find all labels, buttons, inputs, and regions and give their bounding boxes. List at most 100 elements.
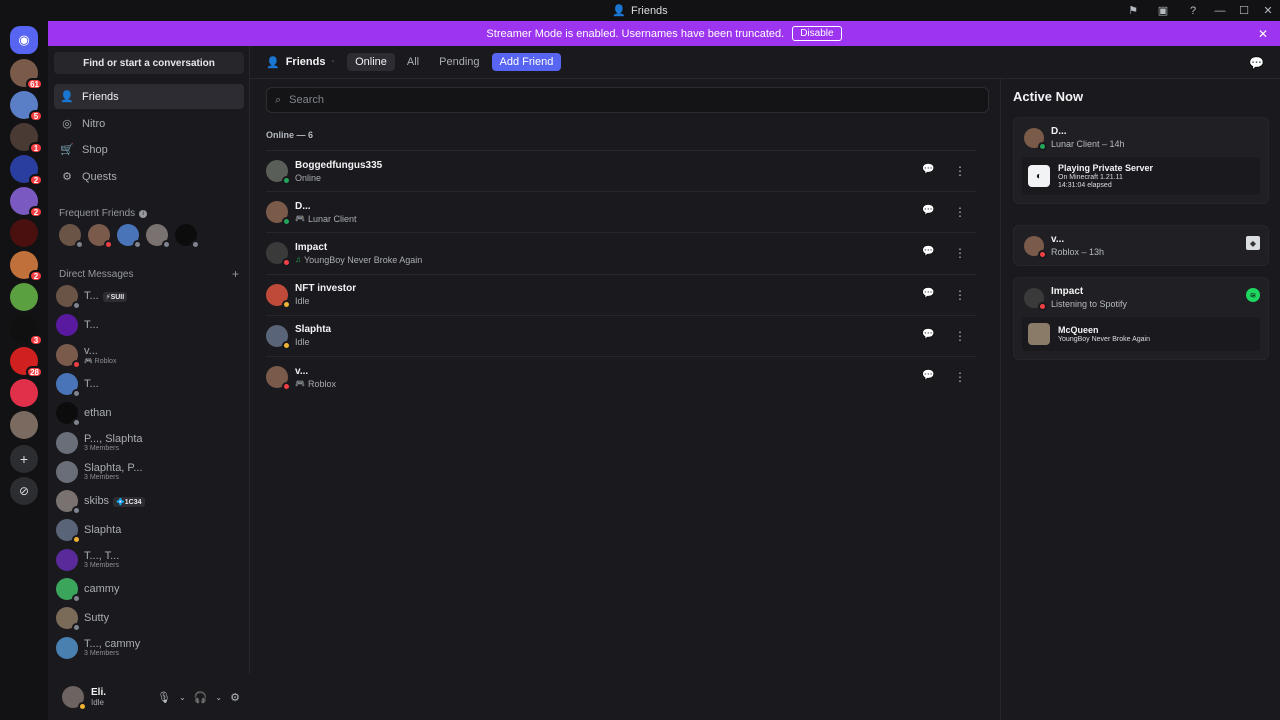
dm-label: Direct Messages (59, 268, 134, 280)
message-icon[interactable]: 💬 (922, 246, 934, 260)
tab-pending[interactable]: Pending (431, 53, 487, 71)
friend-row[interactable]: Boggedfungus335 Online 💬 ⋮ (266, 150, 976, 191)
frequent-friend-avatar[interactable] (146, 224, 171, 249)
dm-item[interactable]: T..., cammy 3 Members (56, 634, 246, 662)
server-icon[interactable] (10, 219, 38, 247)
nav-friends-label: Friends (82, 90, 119, 103)
server-icon[interactable]: 2 (10, 251, 43, 282)
window-title: 👤 Friends (612, 4, 668, 18)
close-banner-icon[interactable]: ✕ (1258, 27, 1268, 41)
activity-card[interactable]: D... Lunar Client – 14h ◐ Playing Privat… (1013, 117, 1269, 204)
friend-row[interactable]: Impact ♫ YoungBoy Never Broke Again 💬 ⋮ (266, 232, 976, 273)
disable-streamer-button[interactable]: Disable (792, 26, 842, 41)
more-options-icon[interactable]: ⋮ (954, 329, 966, 343)
discord-home-icon[interactable]: ◉ (10, 26, 38, 54)
server-icon[interactable] (10, 283, 38, 311)
dm-item[interactable]: Slaphta (56, 516, 246, 545)
help-icon[interactable]: ? (1178, 0, 1208, 21)
frequent-friend-avatar[interactable] (88, 224, 113, 249)
server-icon[interactable]: 3 (10, 315, 43, 346)
dm-item[interactable]: ethan (56, 399, 246, 428)
tab-online[interactable]: Online (347, 53, 395, 71)
server-icon[interactable]: 28 (10, 347, 43, 378)
friends-search-input[interactable]: ⌕ Search (266, 87, 989, 113)
minimize-button[interactable]: — (1208, 0, 1232, 21)
more-options-icon[interactable]: ⋮ (954, 246, 966, 260)
friend-row[interactable]: v... 🎮 Roblox 💬 ⋮ (266, 356, 976, 397)
dm-item[interactable]: Sutty (56, 604, 246, 633)
dm-avatar (56, 314, 78, 337)
more-options-icon[interactable]: ⋮ (954, 205, 966, 219)
frequent-friend-avatar[interactable] (59, 224, 84, 249)
mention-badge: 1 (29, 142, 43, 154)
dm-item[interactable]: v... 🎮 Roblox (56, 341, 246, 369)
dm-avatar (56, 578, 81, 603)
mention-badge: 5 (29, 110, 43, 122)
add-server-icon[interactable]: + (10, 445, 38, 473)
more-options-icon[interactable]: ⋮ (954, 288, 966, 302)
dm-section-header: Direct Messages + (59, 267, 239, 281)
friend-row[interactable]: NFT investor Idle 💬 ⋮ (266, 273, 976, 315)
find-conversation-button[interactable]: Find or start a conversation (54, 52, 244, 74)
server-icon[interactable] (10, 411, 38, 439)
friend-row[interactable]: D... 🎮 Lunar Client 💬 ⋮ (266, 191, 976, 232)
dm-item[interactable]: P..., Slaphta 3 Members (56, 429, 246, 457)
dm-item[interactable]: Slaphta, P... 3 Members (56, 458, 246, 486)
dm-avatar (56, 343, 81, 369)
dm-item[interactable]: T... (56, 311, 246, 339)
server-icon[interactable]: 5 (10, 91, 43, 122)
info-icon[interactable]: i (139, 209, 148, 218)
server-icon[interactable]: 2 (10, 187, 43, 218)
friend-status: 🎮 Lunar Client (295, 213, 357, 224)
tab-all[interactable]: All (399, 53, 427, 71)
friend-row[interactable]: Slaphta Idle 💬 ⋮ (266, 314, 976, 356)
nav-friends[interactable]: 👤 Friends (54, 84, 244, 109)
streamer-flag-icon[interactable]: ⚑ (1118, 0, 1148, 21)
frequent-friend-avatar[interactable] (175, 224, 200, 249)
new-group-dm-icon[interactable]: 💬 (1249, 56, 1264, 70)
activity-card[interactable]: Impact Listening to Spotify ≋ McQueen Yo… (1013, 277, 1269, 360)
dm-avatar (56, 402, 81, 428)
discover-icon[interactable]: ⊘ (10, 477, 38, 505)
album-art (1028, 323, 1050, 345)
add-friend-button[interactable]: Add Friend (491, 53, 562, 71)
server-icon[interactable]: 2 (10, 155, 43, 186)
nav-nitro[interactable]: ◎ Nitro (54, 111, 244, 136)
settings-gear-icon[interactable]: ⚙ (230, 691, 240, 704)
frequent-friend-avatar[interactable] (117, 224, 142, 249)
more-options-icon[interactable]: ⋮ (954, 370, 966, 384)
message-icon[interactable]: 💬 (922, 205, 934, 219)
dm-item[interactable]: skibs 💠1C34 (56, 487, 246, 516)
chevron-down-icon[interactable]: ⌄ (215, 693, 222, 702)
microphone-icon[interactable]: 🎙 (157, 691, 171, 704)
dm-item[interactable]: T... ⚡SUII (56, 282, 246, 310)
user-avatar[interactable] (62, 686, 87, 711)
message-icon[interactable]: 💬 (922, 329, 934, 343)
nitro-icon: ◎ (62, 118, 72, 130)
headphones-icon[interactable]: 🎧 (194, 691, 208, 704)
dm-item[interactable]: T... (56, 370, 246, 398)
message-icon[interactable]: 💬 (922, 164, 934, 178)
status-dot (72, 623, 81, 633)
dm-item[interactable]: cammy (56, 575, 246, 603)
nav-shop-label: Shop (82, 143, 108, 156)
chevron-down-icon[interactable]: ⌄ (179, 693, 186, 702)
activity-card[interactable]: v... Roblox – 13h ◆ (1013, 225, 1269, 266)
inbox-icon[interactable]: ▣ (1148, 0, 1178, 21)
server-icon[interactable]: 61 (10, 59, 43, 90)
friends-topbar: 👤 Friends · Online All Pending Add Frien… (250, 46, 1280, 79)
dm-item[interactable]: T..., T... 3 Members (56, 546, 246, 574)
close-window-button[interactable]: ✕ (1256, 0, 1280, 21)
friend-name: Slaphta (295, 324, 332, 336)
friends-nav-icon: 👤 (60, 91, 74, 103)
server-icon[interactable]: 1 (10, 123, 43, 154)
message-icon[interactable]: 💬 (922, 370, 934, 384)
nav-shop[interactable]: 🛒 Shop (54, 137, 244, 162)
maximize-button[interactable]: ☐ (1232, 0, 1256, 21)
nav-quests[interactable]: ⚙ Quests (54, 164, 244, 189)
create-dm-icon[interactable]: + (232, 267, 239, 281)
more-options-icon[interactable]: ⋮ (954, 164, 966, 178)
server-icon[interactable] (10, 379, 38, 407)
activity-summary: Roblox – 13h (1051, 247, 1105, 257)
message-icon[interactable]: 💬 (922, 288, 934, 302)
